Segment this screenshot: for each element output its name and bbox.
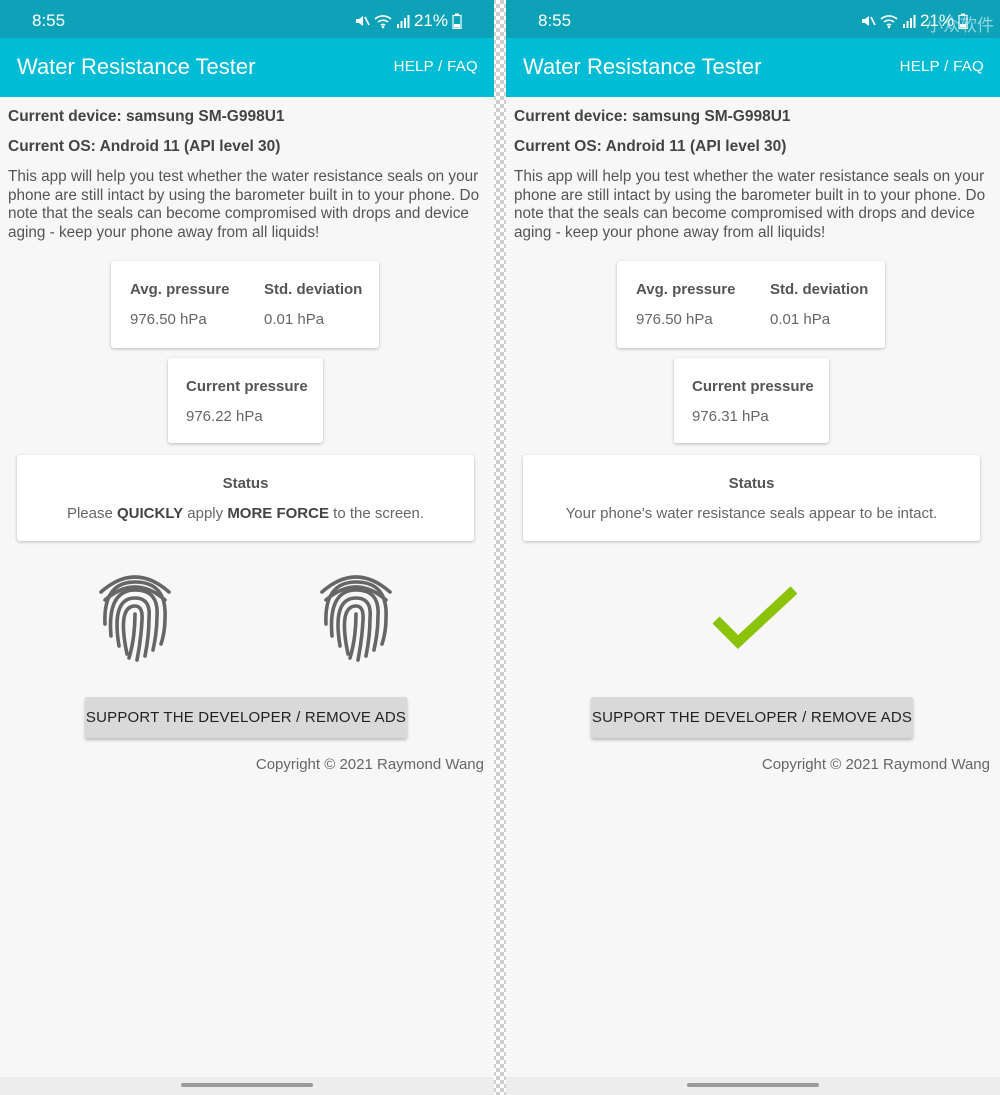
current-pressure-label: Current pressure xyxy=(186,378,308,395)
help-faq-link[interactable]: HELP / FAQ xyxy=(394,58,478,75)
avg-pressure-value: 976.50 hPa xyxy=(636,311,713,328)
wifi-icon xyxy=(880,13,898,29)
fingerprint-icon[interactable] xyxy=(316,566,396,666)
navigation-bar xyxy=(0,1077,494,1095)
help-faq-link[interactable]: HELP / FAQ xyxy=(900,58,984,75)
std-deviation-stat: Std. deviation 0.01 hPa xyxy=(770,281,868,328)
status-title: Status xyxy=(222,475,269,492)
std-deviation-value: 0.01 hPa xyxy=(770,311,831,328)
navigation-bar xyxy=(506,1077,1000,1095)
status-msg-part: apply xyxy=(183,505,228,522)
avg-pressure-value: 976.50 hPa xyxy=(130,311,207,328)
status-bar: 8:55 21% xyxy=(0,0,494,38)
mute-icon xyxy=(860,13,876,29)
current-pressure-value: 976.31 hPa xyxy=(692,408,769,425)
current-pressure-value: 976.22 hPa xyxy=(186,408,263,425)
avg-pressure-stat: Avg. pressure 976.50 hPa xyxy=(636,281,736,328)
signal-icon xyxy=(396,14,410,28)
status-card: Status Please QUICKLY apply MORE FORCE t… xyxy=(17,455,474,541)
app-title: Water Resistance Tester xyxy=(523,54,762,79)
current-pressure-stat: Current pressure 976.31 hPa xyxy=(692,378,814,425)
app-title: Water Resistance Tester xyxy=(17,54,256,79)
wifi-icon xyxy=(374,13,392,29)
status-card: Status Your phone's water resistance sea… xyxy=(523,455,980,541)
status-time: 8:55 xyxy=(32,11,66,30)
status-msg-emphasis: QUICKLY xyxy=(116,505,184,522)
copyright-text: Copyright © 2021 Raymond Wang xyxy=(255,756,484,773)
mute-icon xyxy=(354,13,370,29)
std-deviation-label: Std. deviation xyxy=(770,281,869,298)
current-device-text: Current device: samsung SM-G998U1 xyxy=(8,108,285,125)
pressure-stats-card: Avg. pressure 976.50 hPa Std. deviation … xyxy=(111,261,379,348)
avg-pressure-stat: Avg. pressure 976.50 hPa xyxy=(130,281,230,328)
std-deviation-value: 0.01 hPa xyxy=(264,311,325,328)
phone-screen-left: 8:55 21% Water Resistance Tester HELP / … xyxy=(0,0,494,1095)
copyright-text: Copyright © 2021 Raymond Wang xyxy=(761,756,990,773)
status-icons: 21% xyxy=(354,11,462,31)
avg-pressure-label: Avg. pressure xyxy=(130,281,230,298)
phone-screen-right: 8:55 21% 小众软件 Water Resistance Tester HE… xyxy=(506,0,1000,1095)
app-description: This app will help you test whether the … xyxy=(514,168,986,241)
current-os-text: Current OS: Android 11 (API level 30) xyxy=(8,138,281,155)
avg-pressure-label: Avg. pressure xyxy=(636,281,736,298)
status-message: Your phone's water resistance seals appe… xyxy=(565,505,938,522)
signal-icon xyxy=(902,14,916,28)
std-deviation-stat: Std. deviation 0.01 hPa xyxy=(264,281,362,328)
current-device-text: Current device: samsung SM-G998U1 xyxy=(514,108,791,125)
home-gesture-handle[interactable] xyxy=(181,1083,313,1087)
current-pressure-stat: Current pressure 976.22 hPa xyxy=(186,378,308,425)
support-developer-button[interactable]: SUPPORT THE DEVELOPER / REMOVE ADS xyxy=(85,697,407,738)
status-bar: 8:55 21% 小众软件 xyxy=(506,0,1000,38)
current-pressure-card: Current pressure 976.31 hPa xyxy=(674,358,829,443)
current-pressure-card: Current pressure 976.22 hPa xyxy=(168,358,323,443)
status-time: 8:55 xyxy=(538,11,572,30)
checkmark-icon xyxy=(710,584,798,650)
status-msg-part: Please xyxy=(66,505,117,522)
watermark: 小众软件 xyxy=(926,16,994,35)
status-message: Please QUICKLY apply MORE FORCE to the s… xyxy=(17,505,474,522)
app-description: This app will help you test whether the … xyxy=(8,168,480,241)
current-os-text: Current OS: Android 11 (API level 30) xyxy=(514,138,787,155)
fingerprint-icon[interactable] xyxy=(95,566,175,666)
battery-percent: 21% xyxy=(413,11,448,30)
battery-icon xyxy=(452,13,462,29)
support-developer-button[interactable]: SUPPORT THE DEVELOPER / REMOVE ADS xyxy=(591,697,913,738)
app-bar: Water Resistance Tester HELP / FAQ xyxy=(506,38,1000,97)
status-msg-part: to the screen. xyxy=(328,505,425,522)
status-title: Status xyxy=(728,475,775,492)
pressure-stats-card: Avg. pressure 976.50 hPa Std. deviation … xyxy=(617,261,885,348)
home-gesture-handle[interactable] xyxy=(687,1083,819,1087)
std-deviation-label: Std. deviation xyxy=(264,281,363,298)
current-pressure-label: Current pressure xyxy=(692,378,814,395)
app-bar: Water Resistance Tester HELP / FAQ xyxy=(0,38,494,97)
status-msg-emphasis: MORE FORCE xyxy=(227,505,329,522)
